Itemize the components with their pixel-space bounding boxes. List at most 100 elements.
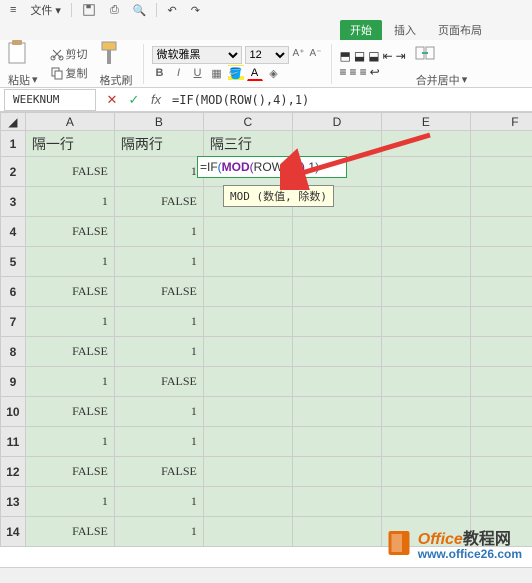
- cell[interactable]: [292, 247, 381, 277]
- cell[interactable]: FALSE: [114, 187, 203, 217]
- cell[interactable]: [470, 367, 532, 397]
- paste-button[interactable]: 粘贴▾: [6, 71, 40, 89]
- tab-insert[interactable]: 插入: [384, 20, 426, 40]
- cell[interactable]: 1: [25, 367, 114, 397]
- paste-icon[interactable]: [6, 39, 28, 70]
- cell[interactable]: [381, 187, 470, 217]
- italic-button[interactable]: I: [171, 65, 187, 81]
- row-header[interactable]: 3: [1, 187, 26, 217]
- row-header[interactable]: 13: [1, 487, 26, 517]
- align-middle-icon[interactable]: ⬓: [354, 49, 365, 63]
- cell[interactable]: [292, 517, 381, 547]
- cell[interactable]: [381, 307, 470, 337]
- cell[interactable]: [203, 277, 292, 307]
- cell[interactable]: [470, 277, 532, 307]
- row-header[interactable]: 6: [1, 277, 26, 307]
- font-color-button[interactable]: A: [247, 65, 263, 81]
- align-top-icon[interactable]: ⬒: [340, 49, 351, 63]
- print-icon[interactable]: ⎙: [106, 4, 123, 17]
- decrease-font-icon[interactable]: A⁻: [309, 46, 323, 60]
- cell[interactable]: [292, 367, 381, 397]
- col-header-F[interactable]: F: [470, 113, 532, 131]
- cell[interactable]: [292, 217, 381, 247]
- cell[interactable]: [470, 307, 532, 337]
- name-box[interactable]: WEEKNUM: [4, 89, 96, 111]
- cell[interactable]: [381, 337, 470, 367]
- cell[interactable]: [381, 217, 470, 247]
- spreadsheet-grid[interactable]: ◢ A B C D E F 1 隔一行 隔两行 隔三行 2 FALSE 1 31…: [0, 112, 532, 583]
- cell[interactable]: [470, 131, 532, 157]
- cell[interactable]: [381, 427, 470, 457]
- cell[interactable]: 1: [114, 427, 203, 457]
- cancel-formula-icon[interactable]: ✕: [104, 92, 120, 108]
- align-left-icon[interactable]: ≡: [340, 65, 347, 79]
- cell[interactable]: [292, 277, 381, 307]
- cell[interactable]: 1: [114, 307, 203, 337]
- col-header-C[interactable]: C: [203, 113, 292, 131]
- cell[interactable]: [292, 487, 381, 517]
- cell[interactable]: [470, 217, 532, 247]
- cell[interactable]: FALSE: [25, 217, 114, 247]
- cell[interactable]: 1: [25, 307, 114, 337]
- cell[interactable]: 隔两行: [114, 131, 203, 157]
- row-header[interactable]: 14: [1, 517, 26, 547]
- cell[interactable]: 1: [114, 157, 203, 187]
- row-header[interactable]: 11: [1, 427, 26, 457]
- select-all-corner[interactable]: ◢: [1, 113, 26, 131]
- col-header-A[interactable]: A: [25, 113, 114, 131]
- row-header[interactable]: 12: [1, 457, 26, 487]
- active-cell-editor[interactable]: =IF(MOD(ROW(),4),1): [197, 156, 347, 178]
- cell[interactable]: FALSE: [25, 277, 114, 307]
- cell[interactable]: [470, 157, 532, 187]
- row-header[interactable]: 8: [1, 337, 26, 367]
- col-header-E[interactable]: E: [381, 113, 470, 131]
- copy-button[interactable]: 复制: [48, 64, 90, 82]
- cell[interactable]: [203, 217, 292, 247]
- cell[interactable]: 隔三行: [203, 131, 292, 157]
- cut-button[interactable]: 剪切: [48, 45, 90, 63]
- cell[interactable]: [203, 307, 292, 337]
- align-bottom-icon[interactable]: ⬓: [368, 49, 379, 63]
- cell[interactable]: FALSE: [25, 157, 114, 187]
- cell[interactable]: FALSE: [114, 367, 203, 397]
- horizontal-scrollbar[interactable]: [0, 567, 532, 583]
- merge-button[interactable]: 合并居中▾: [414, 71, 470, 89]
- cell[interactable]: FALSE: [25, 397, 114, 427]
- row-header[interactable]: 2: [1, 157, 26, 187]
- tab-layout[interactable]: 页面布局: [428, 20, 492, 40]
- cell[interactable]: [470, 187, 532, 217]
- redo-icon[interactable]: ↷: [187, 4, 204, 17]
- bold-button[interactable]: B: [152, 65, 168, 81]
- cell[interactable]: FALSE: [25, 517, 114, 547]
- cell[interactable]: [470, 247, 532, 277]
- row-header[interactable]: 9: [1, 367, 26, 397]
- tab-home[interactable]: 开始: [340, 20, 382, 40]
- cell[interactable]: FALSE: [114, 277, 203, 307]
- col-header-D[interactable]: D: [292, 113, 381, 131]
- cell[interactable]: [203, 337, 292, 367]
- increase-font-icon[interactable]: A⁺: [292, 46, 306, 60]
- cell[interactable]: [381, 247, 470, 277]
- cell[interactable]: [203, 457, 292, 487]
- fx-icon[interactable]: fx: [148, 92, 164, 108]
- cell[interactable]: 1: [25, 427, 114, 457]
- cell[interactable]: [292, 457, 381, 487]
- cell[interactable]: 1: [114, 247, 203, 277]
- cell[interactable]: 1: [114, 397, 203, 427]
- cell[interactable]: FALSE: [25, 457, 114, 487]
- menu-button[interactable]: ≡: [6, 4, 20, 16]
- save-icon[interactable]: [78, 3, 100, 17]
- cell[interactable]: [292, 337, 381, 367]
- format-painter-button[interactable]: 格式刷: [98, 71, 135, 89]
- cell[interactable]: FALSE: [25, 337, 114, 367]
- row-header[interactable]: 7: [1, 307, 26, 337]
- font-name-select[interactable]: 微软雅黑: [152, 46, 242, 64]
- cell[interactable]: [381, 277, 470, 307]
- accept-formula-icon[interactable]: ✓: [126, 92, 142, 108]
- cell[interactable]: [203, 487, 292, 517]
- cell[interactable]: 1: [25, 187, 114, 217]
- col-header-B[interactable]: B: [114, 113, 203, 131]
- cell[interactable]: 1: [25, 247, 114, 277]
- row-header[interactable]: 10: [1, 397, 26, 427]
- border-button[interactable]: ▦: [209, 65, 225, 81]
